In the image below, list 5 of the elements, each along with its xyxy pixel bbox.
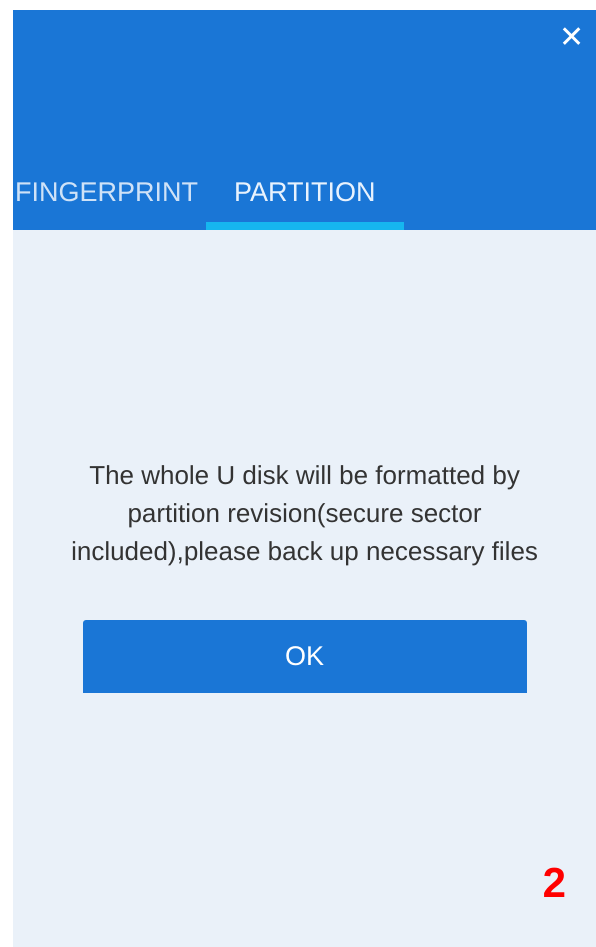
warning-message: The whole U disk will be formatted by partition revision(secure sector included),please back up necessary files	[70, 459, 539, 568]
tab[interactable]: PARTITION	[206, 161, 404, 230]
page-number: 2	[542, 859, 566, 907]
tab[interactable]: FINGERPRINT	[13, 161, 206, 230]
ok-button[interactable]: OK	[82, 620, 526, 693]
